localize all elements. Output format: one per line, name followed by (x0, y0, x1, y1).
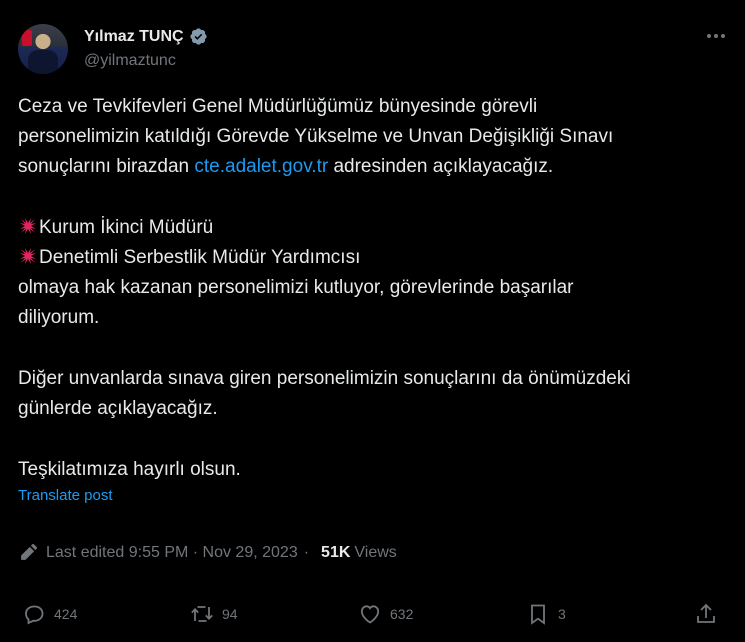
post-text: Ceza ve Tevkifevleri Genel Müdürlüğümüz … (18, 92, 730, 485)
author-handle[interactable]: @yilmaztunc (84, 52, 176, 70)
verified-badge-icon (189, 28, 207, 45)
website-link[interactable]: cte.adalet.gov.tr (194, 156, 328, 177)
flag-decoration (22, 30, 32, 46)
repost-count: 94 (222, 606, 238, 622)
separator: · (303, 544, 310, 561)
post-header: Yılmaz TUNÇ @yilmaztunc (18, 20, 728, 76)
list-item-label: Kurum İkinci Müdürü (39, 217, 214, 238)
anger-symbol-icon (20, 218, 36, 234)
author-name-row: Yılmaz TUNÇ (84, 27, 208, 46)
like-count: 632 (390, 606, 414, 622)
post-line: Ceza ve Tevkifevleri Genel Müdürlüğümüz … (18, 96, 538, 117)
views-count: 51K (321, 544, 351, 561)
post-line: olmaya hak kazanan personelimizi kutluyo… (18, 277, 574, 298)
post-line: personelimizin katıldığı Görevde Yükselm… (18, 126, 614, 147)
pencil-edit-icon[interactable] (18, 543, 38, 563)
share-icon (697, 603, 715, 623)
avatar-figure (28, 50, 58, 74)
list-item: Kurum İkinci Müdürü (18, 213, 730, 243)
list-item: Denetimli Serbestlik Müdür Yardımcısı (18, 243, 730, 273)
edited-timestamp[interactable]: Last edited 9:55 PM · Nov 29, 2023 (46, 544, 298, 562)
bookmark-count: 3 (558, 606, 566, 622)
post-text-fragment: sonuçlarını birazdan (18, 156, 195, 177)
reply-count: 424 (54, 606, 78, 622)
author-name[interactable]: Yılmaz TUNÇ (84, 28, 184, 46)
post-line: Teşkilatımıza hayırlı olsun. (18, 459, 241, 480)
bookmark-button[interactable]: 3 (526, 602, 566, 626)
post-line: sonuçlarını birazdan cte.adalet.gov.tr a… (18, 152, 730, 182)
translate-post-link[interactable]: Translate post (18, 487, 113, 504)
post-meta: Last edited 9:55 PM · Nov 29, 2023 · 51K… (18, 543, 397, 563)
repost-button[interactable]: 94 (190, 602, 238, 626)
heart-icon (360, 605, 380, 624)
more-options-icon[interactable] (704, 26, 728, 46)
repost-icon (191, 606, 213, 622)
like-button[interactable]: 632 (358, 602, 413, 626)
post-text-fragment: adresinden açıklayacağız. (328, 156, 554, 177)
views-label: Views (354, 544, 397, 561)
action-bar: 424 94 632 3 (18, 602, 730, 632)
avatar[interactable] (18, 24, 68, 74)
reply-button[interactable]: 424 (22, 602, 77, 626)
post-line: günlerde açıklayacağız. (18, 398, 218, 419)
bookmark-icon (531, 604, 545, 625)
anger-symbol-icon (20, 248, 36, 264)
reply-icon (25, 605, 44, 625)
post-line: diliyorum. (18, 307, 100, 328)
list-item-label: Denetimli Serbestlik Müdür Yardımcısı (39, 247, 361, 268)
post-line: Diğer unvanlarda sınava giren personelim… (18, 368, 631, 389)
share-button[interactable] (694, 602, 718, 626)
